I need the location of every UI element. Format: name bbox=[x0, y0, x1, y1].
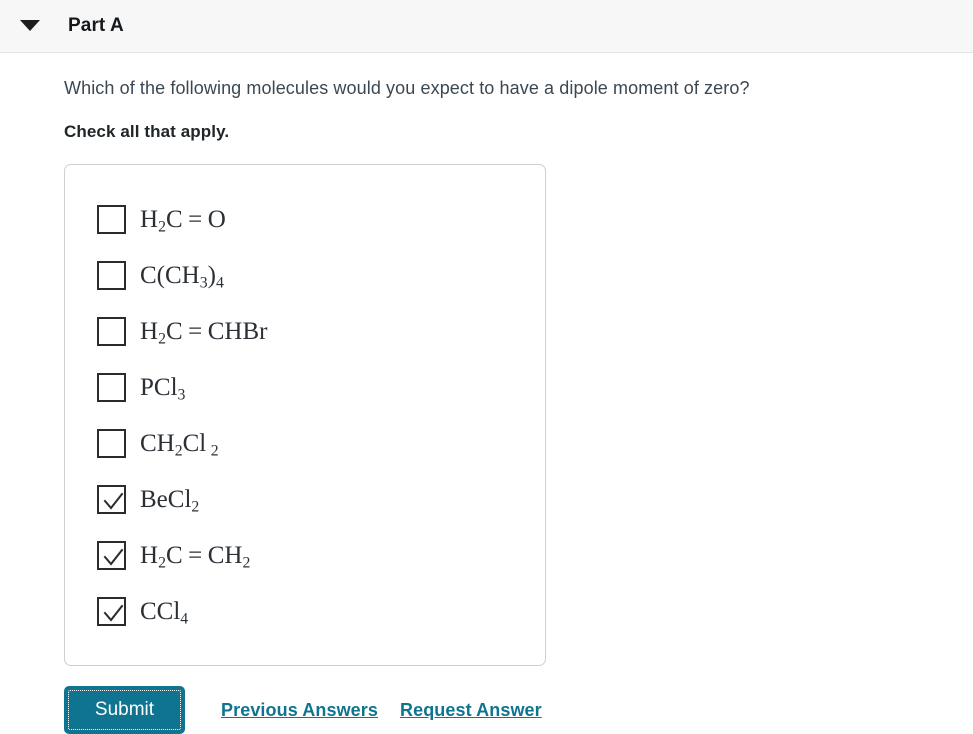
choice-formula: PCl3 bbox=[140, 373, 186, 404]
checkbox-checked[interactable] bbox=[97, 484, 126, 514]
checkbox-checked[interactable] bbox=[97, 540, 126, 570]
previous-answers-link[interactable]: Previous Answers bbox=[221, 700, 378, 721]
choice-row[interactable]: H2C = CH2 bbox=[65, 527, 545, 583]
question-content: Which of the following molecules would y… bbox=[0, 77, 973, 734]
submit-button-label: Submit bbox=[94, 699, 155, 721]
checkbox-unchecked[interactable] bbox=[97, 260, 126, 290]
checkbox-unchecked[interactable] bbox=[97, 204, 126, 234]
choice-formula: CH2Cl 2 bbox=[140, 429, 219, 460]
choice-row[interactable]: H2C = CHBr bbox=[65, 303, 545, 359]
choice-formula: BeCl2 bbox=[140, 485, 200, 516]
choice-row[interactable]: PCl3 bbox=[65, 359, 545, 415]
answer-choices-box: H2C = O C(CH3)4 H2C = CHBr PCl3 CH2Cl 2 BeCl2 H2C = C… bbox=[64, 164, 546, 667]
choice-row[interactable]: BeCl2 bbox=[65, 471, 545, 527]
choice-row[interactable]: C(CH3)4 bbox=[65, 247, 545, 303]
part-header: Part A bbox=[0, 0, 973, 53]
checkbox-unchecked[interactable] bbox=[97, 428, 126, 458]
checkbox-unchecked[interactable] bbox=[97, 372, 126, 402]
choice-row[interactable]: H2C = O bbox=[65, 191, 545, 247]
choice-formula: C(CH3)4 bbox=[140, 261, 224, 292]
choice-formula: CCl4 bbox=[140, 597, 189, 628]
request-answer-link[interactable]: Request Answer bbox=[400, 700, 542, 721]
action-row: Submit Previous Answers Request Answer bbox=[64, 686, 973, 734]
part-title: Part A bbox=[68, 15, 124, 36]
choice-row[interactable]: CH2Cl 2 bbox=[65, 415, 545, 471]
question-text: Which of the following molecules would y… bbox=[64, 78, 750, 98]
instruction-text: Check all that apply. bbox=[64, 122, 230, 142]
choice-formula: H2C = CHBr bbox=[140, 317, 268, 348]
choice-formula: H2C = O bbox=[140, 205, 226, 236]
checkbox-unchecked[interactable] bbox=[97, 316, 126, 346]
chevron-down-icon[interactable] bbox=[12, 20, 48, 32]
checkbox-checked[interactable] bbox=[97, 596, 126, 626]
submit-button[interactable]: Submit bbox=[64, 686, 185, 734]
choice-row[interactable]: CCl4 bbox=[65, 583, 545, 639]
choice-formula: H2C = CH2 bbox=[140, 541, 251, 572]
